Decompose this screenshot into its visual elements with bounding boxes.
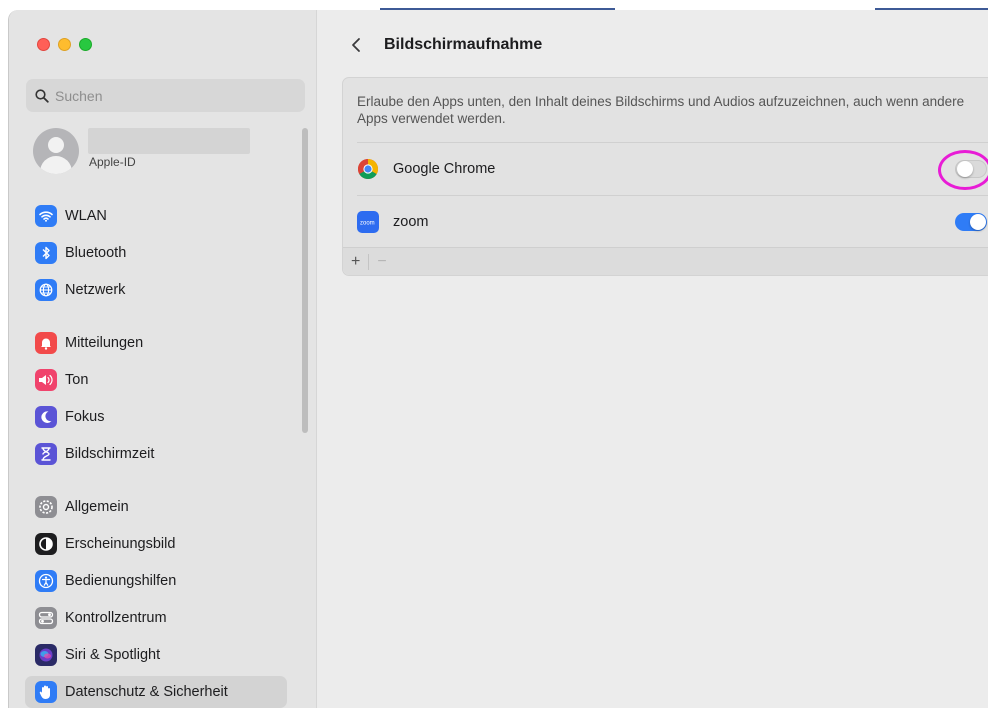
hand-icon bbox=[35, 681, 57, 703]
sidebar-item-label: Bedienungshilfen bbox=[65, 573, 177, 589]
app-name: zoom bbox=[393, 214, 429, 230]
app-row-zoom: zoom zoom bbox=[357, 196, 988, 248]
sidebar-item-label: Fokus bbox=[65, 409, 105, 425]
annotation-highlight-circle bbox=[938, 150, 988, 190]
zoom-window-button[interactable] bbox=[79, 38, 92, 51]
sidebar-item-bedienungshilfen[interactable]: Bedienungshilfen bbox=[25, 565, 287, 597]
sidebar-item-label: WLAN bbox=[65, 208, 107, 224]
sidebar-item-wlan[interactable]: WLAN bbox=[25, 200, 287, 232]
sidebar-item-label: Datenschutz & Sicherheit bbox=[65, 684, 228, 700]
sidebar-item-allgemein[interactable]: Allgemein bbox=[25, 491, 287, 523]
sidebar-item-bluetooth[interactable]: Bluetooth bbox=[25, 237, 287, 269]
sidebar-item-label: Bluetooth bbox=[65, 245, 127, 261]
search-placeholder: Suchen bbox=[55, 87, 103, 104]
permission-description: Erlaube den Apps unten, den Inhalt deine… bbox=[357, 94, 965, 126]
search-input[interactable]: Suchen bbox=[26, 79, 305, 112]
sidebar-item-label: Allgemein bbox=[65, 499, 129, 515]
zoom-icon: zoom bbox=[357, 211, 379, 233]
settings-window: Suchen Apple-ID WLAN Bluetooth Netzwerk … bbox=[8, 10, 988, 708]
sidebar-item-label: Kontrollzentrum bbox=[65, 610, 167, 626]
sidebar-item-erscheinungsbild[interactable]: Erscheinungsbild bbox=[25, 528, 287, 560]
sidebar-item-fokus[interactable]: Fokus bbox=[25, 401, 287, 433]
main-content: Bildschirmaufnahme Erlaube den Apps unte… bbox=[318, 10, 988, 708]
apple-id-account[interactable]: Apple-ID bbox=[33, 128, 313, 178]
appearance-icon bbox=[35, 533, 57, 555]
avatar bbox=[33, 128, 79, 174]
moon-icon bbox=[35, 406, 57, 428]
sidebar: Suchen Apple-ID WLAN Bluetooth Netzwerk … bbox=[9, 10, 317, 708]
back-button[interactable] bbox=[346, 34, 366, 56]
siri-icon bbox=[35, 644, 57, 666]
sidebar-item-label: Siri & Spotlight bbox=[65, 647, 161, 663]
accessibility-icon bbox=[35, 570, 57, 592]
bell-icon bbox=[35, 332, 57, 354]
sidebar-item-label: Erscheinungsbild bbox=[65, 536, 176, 552]
globe-icon bbox=[35, 279, 57, 301]
sidebar-item-datenschutz-sicherheit[interactable]: Datenschutz & Sicherheit bbox=[25, 676, 287, 708]
add-app-button[interactable]: + bbox=[351, 253, 360, 271]
sidebar-scrollbar[interactable] bbox=[302, 128, 308, 433]
chevron-left-icon bbox=[352, 38, 360, 52]
chrome-icon bbox=[357, 158, 379, 180]
sidebar-item-bildschirmzeit[interactable]: Bildschirmzeit bbox=[25, 438, 287, 470]
sidebar-item-kontrollzentrum[interactable]: Kontrollzentrum bbox=[25, 602, 287, 634]
sidebar-item-label: Bildschirmzeit bbox=[65, 446, 155, 462]
sidebar-item-siri-spotlight[interactable]: Siri & Spotlight bbox=[25, 639, 287, 671]
close-window-button[interactable] bbox=[37, 38, 50, 51]
zoom-screen-recording-toggle[interactable] bbox=[955, 213, 987, 231]
minimize-window-button[interactable] bbox=[58, 38, 71, 51]
gear-icon bbox=[35, 496, 57, 518]
panel-footer: + − bbox=[343, 247, 988, 275]
wifi-icon bbox=[35, 205, 57, 227]
app-row-google-chrome: Google Chrome bbox=[357, 143, 988, 195]
remove-app-button[interactable]: − bbox=[377, 253, 386, 271]
sidebar-item-ton[interactable]: Ton bbox=[25, 364, 287, 396]
control-center-icon bbox=[35, 607, 57, 629]
sidebar-item-netzwerk[interactable]: Netzwerk bbox=[25, 274, 287, 306]
sidebar-item-mitteilungen[interactable]: Mitteilungen bbox=[25, 327, 287, 359]
sidebar-item-label: Ton bbox=[65, 372, 89, 388]
speaker-icon bbox=[35, 369, 57, 391]
hourglass-icon bbox=[35, 443, 57, 465]
screen-recording-panel: Erlaube den Apps unten, den Inhalt deine… bbox=[342, 77, 988, 276]
window-controls bbox=[37, 38, 92, 51]
footer-separator bbox=[368, 253, 370, 270]
desktop-background bbox=[0, 0, 988, 10]
search-icon bbox=[35, 88, 49, 103]
account-name-redacted bbox=[88, 128, 250, 154]
page-title: Bildschirmaufnahme bbox=[384, 36, 543, 53]
bluetooth-icon bbox=[35, 242, 57, 264]
app-name: Google Chrome bbox=[393, 161, 496, 177]
sidebar-item-label: Netzwerk bbox=[65, 282, 126, 298]
sidebar-item-label: Mitteilungen bbox=[65, 335, 144, 351]
svg-text:zoom: zoom bbox=[360, 221, 375, 227]
apple-id-label: Apple-ID bbox=[89, 155, 136, 169]
